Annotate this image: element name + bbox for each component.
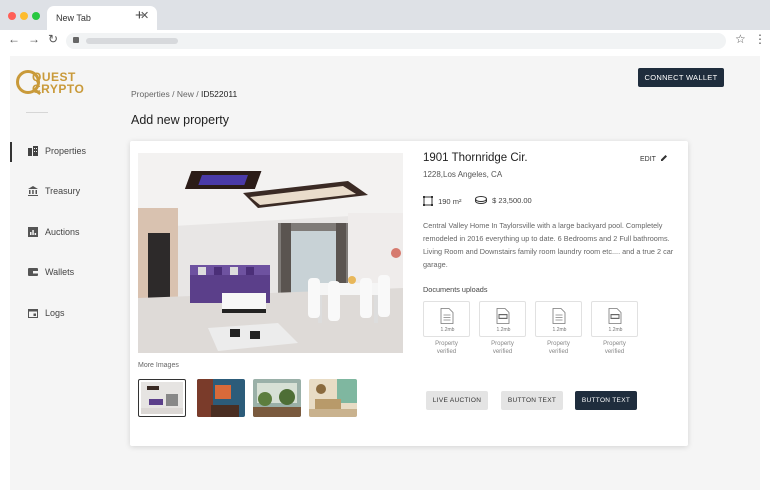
app-window: QUEST CRYPTO Properties Treasury Auction… bbox=[10, 56, 760, 490]
reload-icon[interactable]: ↻ bbox=[48, 33, 58, 45]
documents-label: Documents uploads bbox=[423, 285, 488, 294]
property-address: 1228,Los Angeles, CA bbox=[423, 170, 503, 179]
document-size: 1.2mb bbox=[552, 327, 567, 333]
calendar-icon bbox=[28, 309, 38, 318]
active-indicator bbox=[10, 142, 12, 162]
sidebar-item-properties[interactable]: Properties bbox=[10, 142, 102, 162]
thumbnail-image bbox=[197, 379, 245, 417]
breadcrumb: Properties / New / ID522011 bbox=[131, 89, 238, 99]
new-tab-icon[interactable]: + bbox=[135, 8, 144, 23]
edit-button[interactable]: EDIT bbox=[640, 154, 668, 163]
document-size: 1.2mb bbox=[496, 327, 511, 333]
breadcrumb-properties[interactable]: Properties bbox=[131, 89, 170, 99]
sidebar-item-label: Treasury bbox=[45, 186, 81, 196]
document-card-4[interactable]: 1.2mb bbox=[591, 301, 638, 337]
address-bar[interactable] bbox=[66, 33, 726, 49]
document-card-2[interactable]: 1.2mb bbox=[479, 301, 526, 337]
property-main-image[interactable] bbox=[138, 153, 403, 353]
sidebar-item-logs[interactable]: Logs bbox=[10, 304, 102, 324]
thumbnail-image bbox=[253, 379, 301, 417]
minimize-window-button[interactable] bbox=[20, 12, 28, 20]
document-caption-2: Property verified bbox=[491, 341, 514, 355]
sidebar-item-label: Logs bbox=[45, 308, 65, 318]
price-value: $ 23,500.00 bbox=[492, 196, 532, 205]
property-title: 1901 Thornridge Cir. bbox=[423, 152, 528, 164]
document-card-3[interactable]: 1.2mb bbox=[535, 301, 582, 337]
tab-strip: New Tab ✕ + bbox=[0, 0, 770, 30]
sidebar-item-label: Auctions bbox=[45, 227, 80, 237]
thumbnail-3[interactable] bbox=[253, 379, 301, 417]
back-icon[interactable]: ← bbox=[8, 33, 20, 45]
bank-icon bbox=[28, 186, 38, 196]
price-meta: $ 23,500.00 bbox=[475, 196, 532, 205]
lock-icon bbox=[73, 37, 79, 43]
sidebar-item-wallets[interactable]: Wallets bbox=[10, 263, 102, 283]
document-size: 1.2mb bbox=[440, 327, 455, 333]
zip-file-icon bbox=[496, 308, 510, 324]
sidebar-item-label: Wallets bbox=[45, 267, 75, 277]
document-card-1[interactable]: 1.2mb bbox=[423, 301, 470, 337]
thumbnail-1[interactable] bbox=[138, 379, 186, 417]
document-icon bbox=[552, 308, 566, 324]
zip-file-icon bbox=[608, 308, 622, 324]
browser-menu-icon[interactable]: ⋮ bbox=[754, 33, 766, 45]
area-icon bbox=[423, 196, 433, 206]
live-auction-button[interactable]: LIVE AUCTION bbox=[426, 391, 488, 410]
more-images-label: More Images bbox=[138, 362, 179, 369]
sidebar-item-label: Properties bbox=[45, 146, 87, 156]
property-card: More Images 1901 Thornridge Cir. 1228,Lo… bbox=[130, 141, 688, 446]
logo-text-crypto: CRYPTO bbox=[32, 82, 85, 96]
area-value: 190 m² bbox=[438, 197, 462, 206]
breadcrumb-current: ID522011 bbox=[200, 89, 238, 99]
document-size: 1.2mb bbox=[608, 327, 623, 333]
wallet-icon bbox=[28, 268, 38, 276]
browser-chrome: New Tab ✕ + ← → ↻ ☆ ⋮ bbox=[0, 0, 770, 52]
coins-icon bbox=[475, 196, 487, 204]
button-text-secondary[interactable]: BUTTON TEXT bbox=[501, 391, 563, 410]
edit-label: EDIT bbox=[640, 156, 656, 163]
main-content: CONNECT WALLET Properties / New / ID5220… bbox=[102, 56, 760, 490]
bookmark-star-icon[interactable]: ☆ bbox=[735, 33, 746, 45]
sidebar: QUEST CRYPTO Properties Treasury Auction… bbox=[10, 56, 102, 490]
maximize-window-button[interactable] bbox=[32, 12, 40, 20]
quest-crypto-logo[interactable]: QUEST CRYPTO bbox=[16, 70, 106, 96]
pencil-icon bbox=[660, 155, 667, 161]
browser-toolbar: ← → ↻ ☆ ⋮ bbox=[0, 30, 770, 52]
thumbnail-4[interactable] bbox=[309, 379, 357, 417]
logo-divider bbox=[26, 112, 48, 113]
breadcrumb-new[interactable]: New bbox=[177, 89, 194, 99]
chart-icon bbox=[28, 227, 38, 237]
page-title: Add new property bbox=[131, 113, 229, 127]
living-room-photo bbox=[138, 153, 403, 353]
thumbnail-image bbox=[141, 382, 183, 414]
close-window-button[interactable] bbox=[8, 12, 16, 20]
sidebar-item-auctions[interactable]: Auctions bbox=[10, 223, 102, 243]
button-text-primary[interactable]: BUTTON TEXT bbox=[575, 391, 637, 410]
sidebar-item-treasury[interactable]: Treasury bbox=[10, 182, 102, 202]
thumbnail-image bbox=[309, 379, 357, 417]
document-caption-4: Property verified bbox=[603, 341, 626, 355]
document-icon bbox=[440, 308, 454, 324]
property-description: Central Valley Home In Taylorsville with… bbox=[423, 221, 674, 269]
area-meta: 190 m² bbox=[423, 196, 461, 206]
forward-icon[interactable]: → bbox=[28, 33, 40, 45]
tab-title: New Tab bbox=[56, 13, 91, 23]
document-caption-3: Property verified bbox=[547, 341, 570, 355]
thumbnail-2[interactable] bbox=[197, 379, 245, 417]
connect-wallet-button[interactable]: CONNECT WALLET bbox=[638, 68, 724, 87]
url-placeholder bbox=[86, 38, 178, 44]
building-icon bbox=[28, 146, 38, 156]
document-caption-1: Property verified bbox=[435, 341, 458, 355]
